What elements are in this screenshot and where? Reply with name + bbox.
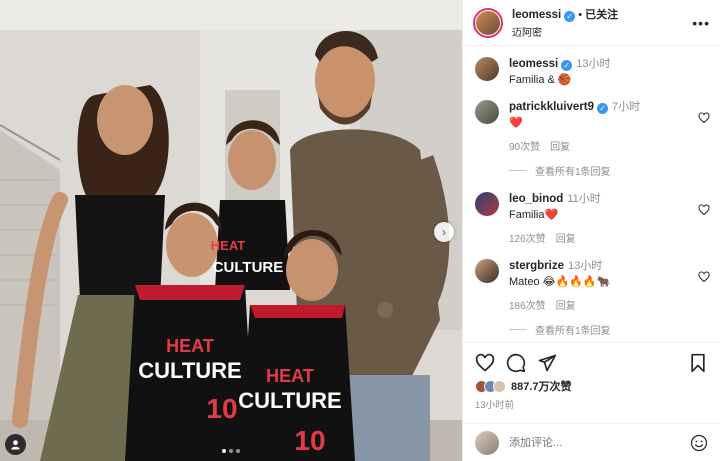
view-replies-label[interactable]: 查看所有1条回复 xyxy=(535,163,611,178)
comment-item: patrickkluivert9 ✓ 7小时 ❤️ 90次赞 回复 xyxy=(475,100,710,153)
author-username[interactable]: leomessi xyxy=(512,9,561,21)
commenter-avatar[interactable] xyxy=(475,192,499,216)
family-photo-illustration: HEAT CULTURE HEAT CULTURE 10 HEAT CULTUR… xyxy=(0,0,462,461)
caption-time: 13小时 xyxy=(576,58,611,70)
jersey-heat-text-3: HEAT xyxy=(266,366,314,386)
comment-text: ❤️ xyxy=(509,117,523,129)
verified-badge-icon: ✓ xyxy=(564,11,576,22)
carousel-next-button[interactable]: › xyxy=(434,222,454,242)
heart-outline-icon[interactable] xyxy=(698,204,710,216)
comment-username[interactable]: leo_binod xyxy=(509,193,563,205)
comment-item: leo_binod 11小时 Familia❤️ 126次赞 回复 xyxy=(475,192,710,245)
divider-line xyxy=(509,170,527,171)
comment-time: 11小时 xyxy=(567,193,601,205)
share-icon[interactable] xyxy=(537,353,557,373)
carousel-dot-active xyxy=(222,449,226,453)
commenter-avatar[interactable] xyxy=(475,100,499,124)
liker-avatars xyxy=(475,379,506,393)
separator-dot: • xyxy=(578,9,583,21)
verified-badge-icon: ✓ xyxy=(597,103,609,114)
reply-button[interactable]: 回复 xyxy=(556,301,576,312)
post-photo[interactable]: HEAT CULTURE HEAT CULTURE 10 HEAT CULTUR… xyxy=(0,0,462,461)
heart-outline-icon[interactable] xyxy=(698,271,710,283)
jersey-culture-text-2: CULTURE xyxy=(138,358,241,383)
comment-text: Familia❤️ xyxy=(509,209,559,221)
carousel-dot xyxy=(229,449,233,453)
comment-text: Mateo 😂🔥🔥🔥🐂 xyxy=(509,276,611,288)
view-replies-button[interactable]: 查看所有1条回复 xyxy=(509,322,710,337)
author-avatar[interactable] xyxy=(473,7,503,38)
add-comment-input[interactable] xyxy=(509,436,690,449)
like-count[interactable]: 887.7万次赞 xyxy=(511,378,572,394)
caption-username[interactable]: leomessi xyxy=(509,58,558,70)
jersey-culture-text-3: CULTURE xyxy=(238,388,341,413)
post-dialog: HEAT CULTURE HEAT CULTURE 10 HEAT CULTUR… xyxy=(0,0,720,461)
post-location[interactable]: 迈阿密 xyxy=(512,24,692,39)
verified-badge-icon: ✓ xyxy=(561,60,573,71)
comment-item: stergbrize 13小时 Mateo 😂🔥🔥🔥🐂 186次赞 回复 xyxy=(475,259,710,312)
view-replies-label[interactable]: 查看所有1条回复 xyxy=(535,322,611,337)
likes-summary[interactable]: 887.7万次赞 xyxy=(475,378,708,394)
more-options-icon[interactable]: ••• xyxy=(692,15,710,31)
comment-username[interactable]: patrickkluivert9 xyxy=(509,101,594,113)
divider-line xyxy=(509,329,527,330)
jersey-heat-text-1: HEAT xyxy=(211,238,245,253)
comment-icon[interactable] xyxy=(506,353,526,373)
current-user-avatar xyxy=(475,430,499,455)
caption-author-avatar[interactable] xyxy=(475,57,499,81)
follow-status-button[interactable]: 已关注 xyxy=(585,9,618,21)
post-actions: 887.7万次赞 13小时前 xyxy=(463,342,720,411)
reply-button[interactable]: 回复 xyxy=(556,234,576,245)
heart-outline-icon[interactable] xyxy=(698,112,710,124)
jersey-heat-text-2: HEAT xyxy=(166,336,214,356)
post-time-ago: 13小时前 xyxy=(475,400,515,411)
heart-icon[interactable] xyxy=(475,353,495,373)
comment-like-count[interactable]: 126次赞 xyxy=(509,234,546,245)
jersey-culture-text-1: CULTURE xyxy=(213,259,284,276)
comments-list: leomessi ✓ 13小时 Familia & 🏀 patrickkluiver… xyxy=(463,47,720,342)
post-side-panel: leomessi ✓ • 已关注 迈阿密 ••• leomessi ✓ 13小时 Fami… xyxy=(462,0,720,461)
caption-row: leomessi ✓ 13小时 Familia & 🏀 xyxy=(475,57,710,86)
liker-avatar xyxy=(493,379,506,393)
bookmark-icon[interactable] xyxy=(688,353,708,373)
carousel-dot xyxy=(236,449,240,453)
comment-time: 13小时 xyxy=(567,260,603,272)
comment-like-count[interactable]: 90次赞 xyxy=(509,142,540,153)
reply-button[interactable]: 回复 xyxy=(550,142,570,153)
carousel-indicator xyxy=(0,449,462,453)
caption-text: Familia & 🏀 xyxy=(509,74,572,86)
comment-like-count[interactable]: 186次赞 xyxy=(509,301,546,312)
chevron-right-icon: › xyxy=(442,225,446,239)
view-replies-button[interactable]: 查看所有1条回复 xyxy=(509,163,710,178)
add-comment-bar xyxy=(463,423,720,461)
comment-username[interactable]: stergbrize xyxy=(509,260,564,272)
emoji-icon[interactable] xyxy=(690,434,708,452)
comment-time: 7小时 xyxy=(612,101,641,113)
post-header: leomessi ✓ • 已关注 迈阿密 ••• xyxy=(463,0,720,46)
jersey-number-2: 10 xyxy=(206,393,237,424)
commenter-avatar[interactable] xyxy=(475,259,499,283)
